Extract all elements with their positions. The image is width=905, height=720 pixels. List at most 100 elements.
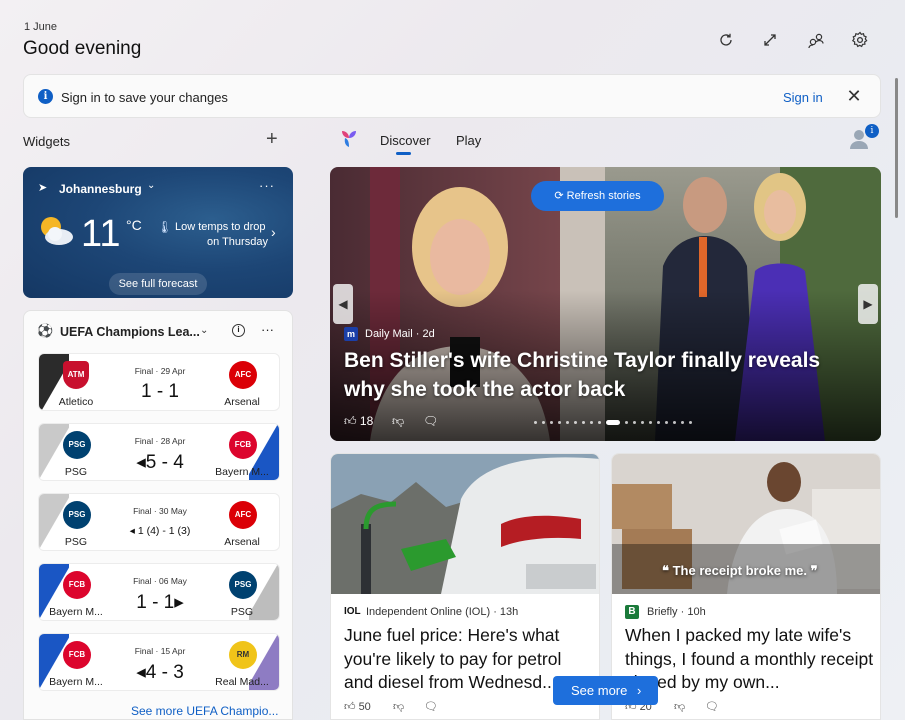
like-icon: 👍︎	[344, 414, 357, 428]
away-team: Arsenal	[224, 396, 260, 408]
chevron-right-icon[interactable]: ›	[271, 224, 276, 240]
match-score: ◂ 1 (4) - 1 (3)	[129, 525, 191, 537]
away-team: PSG	[230, 606, 254, 618]
home-team: Bayern M...	[49, 606, 103, 618]
story-pager[interactable]	[534, 420, 692, 425]
like-icon: 👍︎	[344, 701, 356, 713]
match-meta: Final · 06 May	[133, 576, 187, 586]
home-team: Bayern M...	[49, 676, 103, 688]
refresh-stories-label: Refresh stories	[566, 190, 641, 202]
match-card[interactable]: FCB PSG Bayern M... Final · 06 May 1 - 1…	[38, 563, 280, 621]
active-tab-indicator	[396, 152, 411, 155]
more-options-icon[interactable]: ···	[259, 178, 275, 193]
iol-logo-icon: IOL	[344, 606, 361, 617]
match-score: 1 - 1▸	[136, 592, 184, 613]
like-button[interactable]: 👍︎ 50	[344, 700, 371, 713]
away-team: Bayern M...	[215, 466, 269, 478]
signin-banner: i Sign in to save your changes Sign in ✕	[23, 74, 881, 118]
card-source: Independent Online (IOL) · 13h	[366, 606, 519, 618]
dislike-icon[interactable]: 👎︎	[393, 700, 404, 713]
real-madrid-crest-icon: RM	[229, 641, 257, 669]
signin-link[interactable]: Sign in	[783, 90, 823, 105]
signin-message: Sign in to save your changes	[61, 90, 228, 105]
weather-location[interactable]: Johannesburg	[59, 182, 142, 196]
scrollbar[interactable]	[895, 78, 898, 218]
widgets-heading: Widgets	[23, 134, 70, 149]
match-meta: Final · 30 May	[133, 506, 187, 516]
card-source: Briefly · 10h	[647, 606, 706, 618]
chevron-down-icon[interactable]: ⌄	[200, 325, 208, 336]
away-team: Arsenal	[224, 536, 260, 548]
bayern-crest-icon: FCB	[229, 431, 257, 459]
forecast-text-line2: on Thursday	[207, 236, 268, 248]
bayern-crest-icon: FCB	[63, 641, 91, 669]
info-icon: i	[38, 89, 53, 104]
match-score: ◂5 - 4	[136, 452, 184, 473]
refresh-stories-button[interactable]: ⟳ Refresh stories	[531, 181, 664, 211]
full-forecast-button[interactable]: See full forecast	[109, 273, 207, 295]
match-score: 1 - 1	[140, 381, 180, 402]
partly-cloudy-icon	[41, 217, 73, 245]
comment-icon[interactable]: 🗨︎	[423, 414, 438, 428]
card-title[interactable]: When I packed my late wife's things, I f…	[625, 624, 875, 695]
like-count: 50	[358, 701, 371, 713]
ucl-title[interactable]: UEFA Champions Lea...	[60, 325, 200, 339]
dislike-icon[interactable]: 👎︎	[674, 700, 685, 713]
comment-icon[interactable]: 🗨︎	[705, 700, 719, 713]
briefly-logo-icon: B	[625, 605, 639, 619]
arsenal-crest-icon: AFC	[229, 501, 257, 529]
dislike-icon[interactable]: 👎︎	[392, 414, 404, 429]
home-team: PSG	[64, 536, 88, 548]
match-score: ◂4 - 3	[136, 662, 184, 683]
psg-crest-icon: PSG	[63, 501, 91, 529]
add-widget-icon[interactable]: +	[266, 128, 278, 151]
close-icon[interactable]: ✕	[844, 86, 864, 106]
match-card[interactable]: FCB RM Bayern M... Final · 15 Apr ◂4 - 3…	[38, 633, 280, 691]
see-more-ucl-link[interactable]: See more UEFA Champio...	[131, 704, 278, 718]
tab-play[interactable]: Play	[456, 133, 481, 148]
bayern-crest-icon: FCB	[63, 571, 91, 599]
location-arrow-icon: ➤	[38, 182, 48, 194]
date-label: 1 June	[24, 21, 58, 33]
ucl-logo-icon: ⚽	[37, 323, 54, 338]
temperature-value: 11	[81, 213, 121, 255]
hero-story[interactable]: ⟳ Refresh stories ◀ ▶ m Daily Mail · 2d …	[330, 167, 881, 441]
comment-icon[interactable]: 🗨︎	[424, 700, 438, 713]
psg-crest-icon: PSG	[63, 431, 91, 459]
people-icon[interactable]	[806, 30, 826, 50]
more-options-icon[interactable]: ···	[261, 322, 274, 337]
home-team: PSG	[64, 466, 88, 478]
refresh-icon[interactable]	[716, 30, 736, 50]
away-team: Real Mad...	[215, 676, 269, 688]
gear-icon[interactable]	[850, 30, 870, 50]
previous-story-button[interactable]: ◀	[333, 284, 353, 324]
home-team: Atletico	[58, 396, 94, 408]
psg-crest-icon: PSG	[229, 571, 257, 599]
see-more-label: See more	[571, 683, 628, 698]
match-card[interactable]: PSG AFC PSG Final · 30 May ◂ 1 (4) - 1 (…	[38, 493, 280, 551]
weather-widget[interactable]: ➤ Johannesburg ⌄ ··· 11 °C 🌡 Low temps t…	[23, 167, 293, 298]
feed-logo-icon	[342, 131, 356, 147]
temperature-unit: °C	[126, 217, 142, 233]
expand-icon[interactable]	[760, 30, 780, 50]
arsenal-crest-icon: AFC	[229, 361, 257, 389]
match-meta: Final · 15 Apr	[134, 646, 186, 656]
hero-source[interactable]: Daily Mail · 2d	[365, 328, 435, 340]
fuel-pump-image	[331, 454, 599, 594]
greeting-title: Good evening	[23, 38, 142, 59]
daily-mail-logo-icon: m	[344, 327, 358, 341]
match-card[interactable]: ATM AFC Atletico Final · 29 Apr 1 - 1 Ar…	[38, 353, 280, 411]
ucl-widget: ⚽ UEFA Champions Lea... ⌄ i ··· ATM AFC …	[23, 310, 293, 720]
chevron-right-icon: ›	[637, 683, 642, 698]
chevron-down-icon[interactable]: ⌄	[147, 180, 155, 191]
like-button[interactable]: 👍︎ 18	[344, 414, 373, 429]
info-icon[interactable]: i	[232, 324, 245, 337]
card-quote: ❝ The receipt broke me. ❞	[662, 563, 818, 578]
see-more-button[interactable]: See more ›	[553, 676, 658, 705]
tab-discover[interactable]: Discover	[380, 133, 431, 148]
next-story-button[interactable]: ▶	[858, 284, 878, 324]
hero-headline[interactable]: Ben Stiller's wife Christine Taylor fina…	[344, 346, 864, 404]
match-card[interactable]: PSG FCB PSG Final · 28 Apr ◂5 - 4 Bayern…	[38, 423, 280, 481]
match-meta: Final · 28 Apr	[134, 436, 186, 446]
avatar-badge: i	[865, 124, 879, 138]
